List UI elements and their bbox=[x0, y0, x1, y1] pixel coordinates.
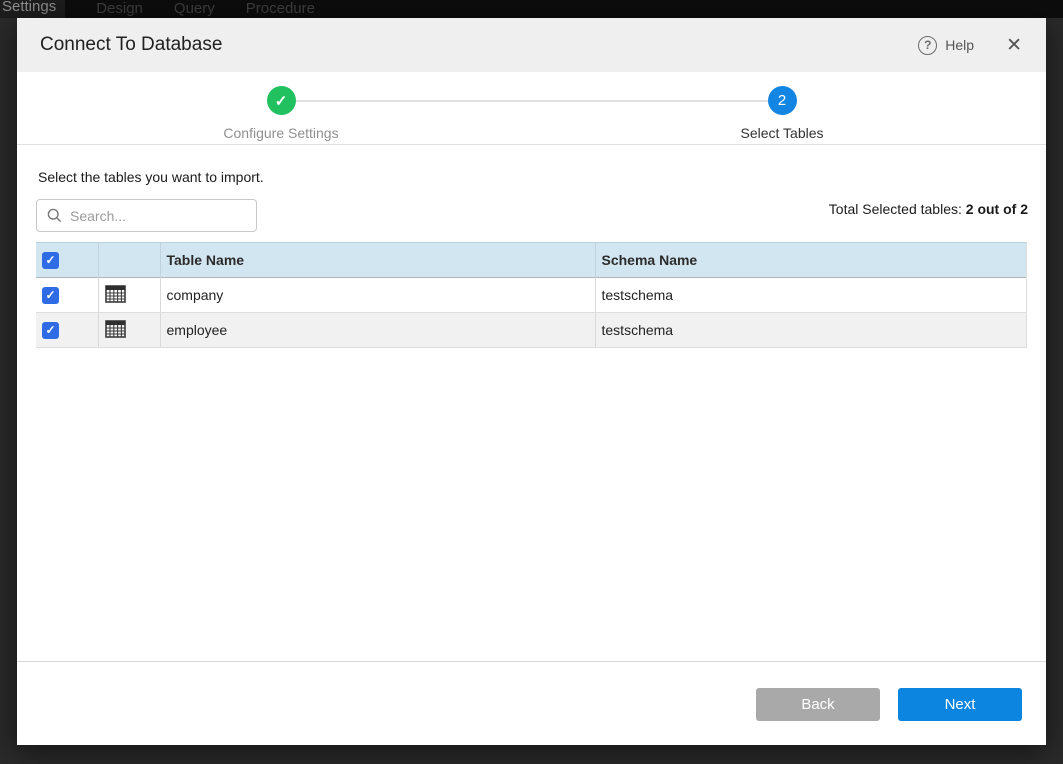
table-icon bbox=[105, 320, 126, 338]
table-name-column-header: Table Name bbox=[160, 243, 595, 278]
schema-name-cell: testschema bbox=[595, 313, 1026, 348]
tables-list: ✓ Table Name Schema Name ✓ bbox=[36, 242, 1027, 348]
table-search bbox=[36, 199, 257, 232]
instruction-text: Select the tables you want to import. bbox=[38, 169, 264, 185]
tab-query[interactable]: Query bbox=[174, 0, 215, 18]
table-header-row: ✓ Table Name Schema Name bbox=[36, 243, 1026, 278]
row-checkbox[interactable]: ✓ bbox=[42, 287, 59, 304]
help-icon: ? bbox=[918, 36, 937, 55]
tab-design[interactable]: Design bbox=[96, 0, 143, 18]
search-icon bbox=[47, 208, 62, 223]
step-complete-icon: ✓ bbox=[267, 86, 296, 115]
help-button[interactable]: ? Help bbox=[918, 36, 974, 55]
wizard-stepper: ✓ Configure Settings 2 Select Tables bbox=[17, 72, 1046, 145]
back-button[interactable]: Back bbox=[756, 688, 880, 721]
tab-procedure[interactable]: Procedure bbox=[246, 0, 315, 18]
app-top-tabbar: Settings Design Query Procedure bbox=[0, 0, 1063, 18]
close-icon[interactable]: ✕ bbox=[1006, 36, 1022, 55]
tab-settings[interactable]: Settings bbox=[0, 0, 65, 18]
table-row: ✓ company testschema bbox=[36, 278, 1026, 313]
table-name-cell: company bbox=[160, 278, 595, 313]
table-name-cell: employee bbox=[160, 313, 595, 348]
schema-name-column-header: Schema Name bbox=[595, 243, 1026, 278]
next-button[interactable]: Next bbox=[898, 688, 1022, 721]
connect-to-database-dialog: Connect To Database ? Help ✕ ✓ Configure… bbox=[17, 18, 1046, 745]
row-checkbox[interactable]: ✓ bbox=[42, 322, 59, 339]
step-label: Select Tables bbox=[692, 125, 872, 141]
icon-column-header bbox=[98, 243, 160, 278]
dialog-title: Connect To Database bbox=[40, 34, 918, 56]
table-icon bbox=[105, 285, 126, 303]
dialog-header: Connect To Database ? Help ✕ bbox=[17, 18, 1046, 72]
step-number-badge: 2 bbox=[768, 86, 797, 115]
help-label: Help bbox=[945, 37, 974, 53]
search-input[interactable] bbox=[70, 208, 248, 224]
step-select-tables: 2 Select Tables bbox=[692, 86, 872, 141]
total-selected-text: Total Selected tables: 2 out of 2 bbox=[829, 201, 1028, 217]
schema-name-cell: testschema bbox=[595, 278, 1026, 313]
total-selected-count: 2 out of 2 bbox=[966, 201, 1028, 217]
table-row: ✓ employee testschema bbox=[36, 313, 1026, 348]
step-configure-settings: ✓ Configure Settings bbox=[191, 86, 371, 141]
step-label: Configure Settings bbox=[191, 125, 371, 141]
footer-divider bbox=[17, 661, 1046, 662]
select-all-checkbox[interactable]: ✓ bbox=[42, 252, 59, 269]
